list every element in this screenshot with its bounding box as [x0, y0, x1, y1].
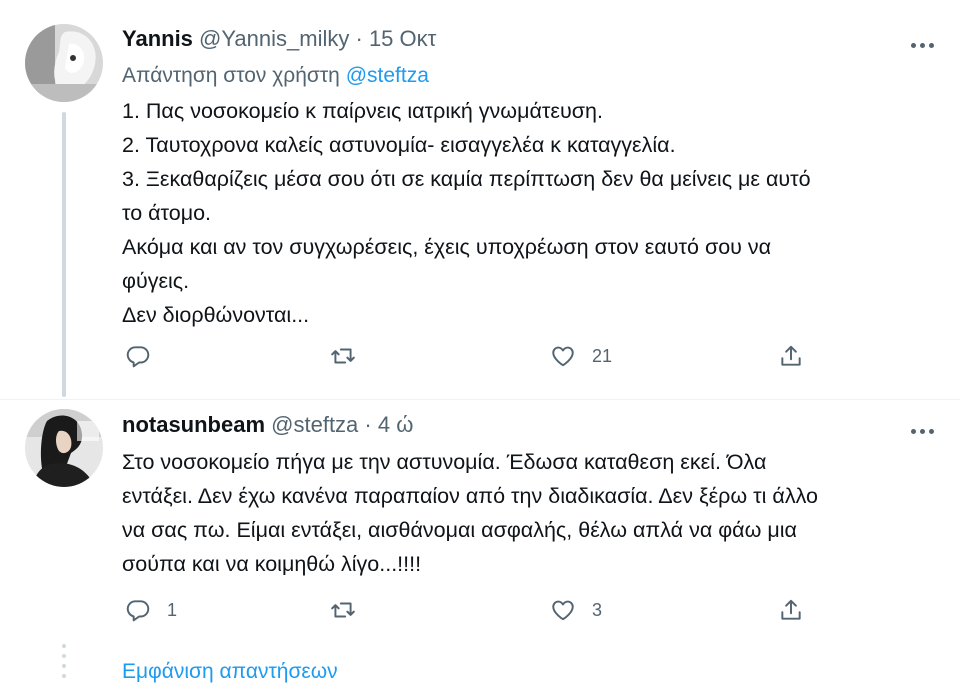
like-button[interactable]: 21: [550, 341, 612, 371]
reply-handle-link[interactable]: @steftza: [346, 64, 429, 87]
tweet-header: notasunbeam @steftza · 4 ώ: [122, 412, 413, 438]
separator: ·: [364, 412, 372, 437]
tweet-line: Δεν διορθώνονται...: [122, 303, 310, 327]
like-count: 3: [592, 599, 603, 620]
tweet-line: εντάξει. Δεν έχω κανένα παραπαίον από τη…: [122, 484, 818, 508]
tweet-2[interactable]: notasunbeam @steftza · 4 ώ Στο νοσοκομεί…: [0, 400, 960, 693]
show-replies-link[interactable]: Εμφάνιση απαντήσεων: [122, 660, 338, 684]
reply-button[interactable]: 1: [125, 595, 177, 625]
tweet-line: να σας πω. Είμαι εντάξει, αισθάνομαι ασφ…: [122, 518, 797, 542]
avatar-yannis[interactable]: [25, 24, 103, 102]
reply-context: Απάντηση στον χρήστη @steftza: [122, 64, 429, 88]
share-icon: [781, 599, 801, 620]
tweet-line: 2. Ταυτοχρονα καλείς αστυνομία- εισαγγελ…: [122, 133, 676, 157]
like-count: 21: [592, 345, 613, 366]
tweet-header: Yannis @Yannis_milky · 15 Οκτ: [122, 26, 436, 52]
share-button[interactable]: [778, 595, 804, 625]
tweet-line: σούπα και να κοιμηθώ λίγο...!!!!: [122, 552, 422, 576]
tweet-line: το άτομο.: [122, 201, 212, 225]
timestamp[interactable]: 4 ώ: [378, 412, 414, 437]
tweet-1[interactable]: Yannis @Yannis_milky · 15 Οκτ Απάντηση σ…: [0, 0, 960, 400]
tweet-text: Στο νοσοκομείο πήγα με την αστυνομία. Έδ…: [122, 445, 922, 581]
user-handle[interactable]: @Yannis_milky: [199, 26, 349, 51]
retweet-button[interactable]: [330, 595, 372, 625]
timestamp[interactable]: 15 Οκτ: [369, 26, 436, 51]
tweet-line: φύγεις.: [122, 269, 190, 293]
retweet-icon: [331, 348, 355, 364]
share-button[interactable]: [778, 341, 804, 371]
reply-icon: [126, 600, 150, 622]
display-name[interactable]: Yannis: [122, 26, 193, 51]
user-handle[interactable]: @steftza: [271, 412, 358, 437]
thread-continuation: [62, 644, 66, 684]
tweet-actions: 21: [122, 341, 822, 371]
more-icon[interactable]: [909, 414, 936, 440]
like-icon: [552, 600, 574, 621]
display-name[interactable]: notasunbeam: [122, 412, 265, 437]
tweet-line: Ακόμα και αν τον συγχωρέσεις, έχεις υποχ…: [122, 235, 772, 259]
retweet-button[interactable]: [330, 341, 372, 371]
thread-line: [62, 112, 66, 397]
separator: ·: [355, 26, 363, 51]
reply-icon: [126, 346, 150, 368]
share-icon: [781, 345, 801, 366]
like-button[interactable]: 3: [550, 595, 602, 625]
reply-prefix: Απάντηση στον χρήστη: [122, 64, 340, 87]
retweet-icon: [331, 602, 355, 618]
tweet-actions: 1 3: [122, 595, 822, 625]
tweet-line: Στο νοσοκομείο πήγα με την αστυνομία. Έδ…: [122, 450, 767, 474]
tweet-text: 1. Πας νοσοκομείο κ παίρνεις ιατρική γνω…: [122, 94, 922, 332]
more-icon[interactable]: [909, 28, 936, 54]
like-icon: [552, 346, 574, 367]
reply-count: 1: [167, 599, 178, 620]
reply-button[interactable]: [125, 341, 167, 371]
tweet-line: 3. Ξεκαθαρίζεις μέσα σου ότι σε καμία πε…: [122, 167, 811, 191]
tweet-line: 1. Πας νοσοκομείο κ παίρνεις ιατρική γνω…: [122, 99, 603, 123]
avatar-notasunbeam[interactable]: [25, 409, 103, 487]
